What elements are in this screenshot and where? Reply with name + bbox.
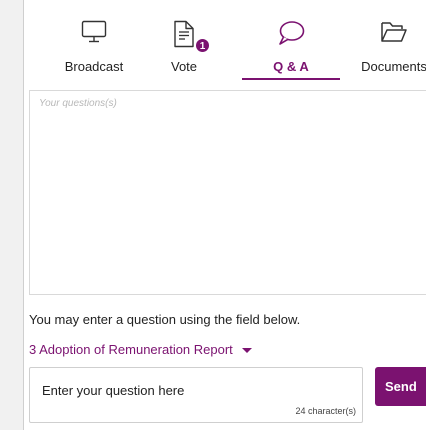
- caret-down-icon: [241, 348, 252, 353]
- tab-bar: Broadcast Vote Q & A Documents 1: [24, 0, 426, 86]
- tab-broadcast[interactable]: Broadcast: [44, 0, 144, 86]
- questions-list[interactable]: Your questions(s): [29, 90, 426, 295]
- tab-qa-label: Q & A: [273, 59, 309, 74]
- questions-placeholder: Your questions(s): [39, 98, 117, 109]
- monitor-icon: [81, 20, 107, 43]
- question-field: 24 character(s): [29, 367, 363, 423]
- active-tab-underline: [242, 78, 340, 80]
- tab-vote-label: Vote: [170, 59, 198, 74]
- document-icon: [174, 20, 194, 48]
- qa-panel: Broadcast Vote Q & A Documents 1 Your qu…: [23, 0, 426, 430]
- agenda-item-dropdown[interactable]: 3 Adoption of Remuneration Report: [29, 342, 252, 357]
- agenda-item-label: 3 Adoption of Remuneration Report: [29, 342, 233, 357]
- tab-broadcast-label: Broadcast: [64, 59, 124, 74]
- character-count: 24 character(s): [295, 406, 356, 416]
- chat-bubble-icon: [279, 21, 305, 45]
- question-hint-text: You may enter a question using the field…: [29, 312, 301, 327]
- question-input[interactable]: [42, 380, 342, 400]
- tab-documents-label: Documents: [361, 59, 426, 74]
- tab-qa[interactable]: Q & A: [242, 0, 340, 86]
- tab-documents[interactable]: Documents: [349, 0, 426, 86]
- send-button[interactable]: Send: [375, 367, 426, 406]
- folder-icon: [381, 22, 407, 42]
- vote-count-badge: 1: [195, 38, 210, 53]
